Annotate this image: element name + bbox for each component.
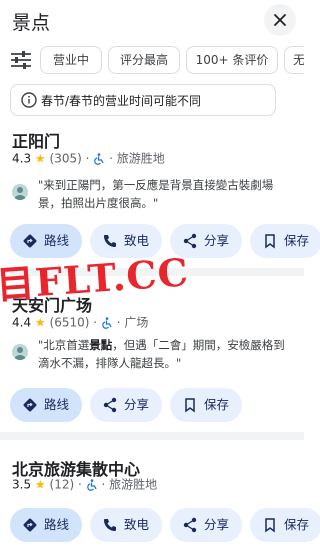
share-button[interactable]: 分享	[170, 508, 242, 542]
review-count: (12)	[49, 477, 75, 492]
filter-reviews-chip[interactable]: 100+ 条评价	[186, 46, 278, 74]
place-category: 广场	[124, 315, 149, 330]
call-label: 致电	[124, 517, 150, 532]
share-label: 分享	[204, 233, 230, 248]
action-row: 路线 致电 分享 保存	[0, 508, 320, 542]
place-meta: 4.4 ★ (6510) · · 广场	[12, 314, 148, 330]
wheelchair-icon	[102, 316, 112, 329]
share-button[interactable]: 分享	[90, 388, 162, 422]
share-icon	[103, 397, 117, 413]
directions-button[interactable]: 路线	[10, 508, 82, 542]
hours-notice: 春节/春节的营业时间可能不同	[10, 84, 276, 116]
rating-value: 4.4	[12, 315, 32, 330]
review-text: "来到正陽門，第一反應是背景直接變古裝劇場景，拍照出片度很高。"	[38, 178, 274, 210]
page-title: 景点	[12, 12, 51, 34]
place-card[interactable]: 正阳门 4.3 ★ (305) · · 旅游胜地 "来到正陽門，第一反應是背景直…	[0, 122, 320, 264]
separator-dot: ·	[109, 151, 117, 166]
card-divider	[0, 432, 304, 440]
separator-dot: ·	[77, 477, 86, 492]
filter-sliders-icon[interactable]	[10, 50, 32, 70]
close-button[interactable]	[264, 4, 296, 36]
share-label: 分享	[204, 517, 230, 532]
place-meta: 4.3 ★ (305) · · 旅游胜地	[12, 150, 165, 166]
review-count: (305)	[49, 151, 82, 166]
action-row: 路线 分享 保存	[0, 388, 304, 422]
place-category: 旅游胜地	[109, 477, 158, 492]
save-label: 保存	[284, 517, 310, 532]
wheelchair-icon	[94, 152, 104, 165]
notice-text: 春节/春节的营业时间可能不同	[41, 94, 202, 108]
bookmark-icon	[265, 518, 275, 533]
reviewer-avatar	[12, 184, 28, 200]
save-label: 保存	[204, 397, 230, 412]
place-name[interactable]: 正阳门	[12, 128, 60, 152]
star-icon: ★	[34, 151, 46, 166]
filter-more-chip[interactable]: 无	[284, 46, 304, 74]
filter-bar: 营业中 评分最高 100+ 条评价 无	[0, 44, 304, 76]
wheelchair-icon	[86, 478, 97, 491]
review-snippet: "来到正陽門，第一反應是背景直接變古裝劇場景，拍照出片度很高。"	[12, 176, 298, 216]
save-button[interactable]: 保存	[250, 224, 320, 258]
share-icon	[183, 517, 197, 533]
rating-value: 3.5	[12, 477, 32, 492]
directions-label: 路线	[44, 517, 70, 532]
search-header: 景点	[0, 0, 304, 40]
review-count: (6510)	[49, 315, 90, 330]
bookmark-icon	[265, 234, 275, 249]
person-icon	[14, 187, 26, 200]
review-highlight: 景點	[89, 338, 113, 352]
info-icon	[21, 92, 37, 108]
save-button[interactable]: 保存	[250, 508, 320, 542]
star-icon: ★	[34, 315, 46, 330]
directions-label: 路线	[44, 397, 70, 412]
directions-icon	[23, 234, 37, 248]
bookmark-icon	[185, 398, 195, 413]
close-icon	[274, 14, 286, 26]
separator-dot: ·	[93, 315, 101, 330]
place-meta: 3.5 ★ (12) · · 旅游胜地	[12, 476, 157, 492]
call-button[interactable]: 致电	[90, 508, 162, 542]
reviewer-avatar	[12, 344, 28, 360]
star-icon: ★	[34, 477, 46, 492]
person-icon	[14, 347, 26, 360]
place-category: 旅游胜地	[116, 151, 165, 166]
save-button[interactable]: 保存	[170, 388, 242, 422]
phone-icon	[104, 519, 116, 531]
share-label: 分享	[124, 397, 150, 412]
place-card[interactable]: 北京旅游集散中心 3.5 ★ (12) · · 旅游胜地 路线 致电 分享 保存	[0, 448, 320, 560]
filter-top-rated-chip[interactable]: 评分最高	[108, 46, 180, 74]
directions-icon	[23, 398, 37, 412]
directions-button[interactable]: 路线	[10, 388, 82, 422]
rating-value: 4.3	[12, 151, 32, 166]
filter-open-now-chip[interactable]: 营业中	[40, 46, 102, 74]
separator-dot: ·	[101, 477, 110, 492]
review-snippet: "北京首選景點，但遇「二會」期間，安檢嚴格到滴水不漏，排隊人龍超長。"	[12, 336, 298, 376]
review-text: "北京首選景點，但遇「二會」期間，安檢嚴格到滴水不漏，排隊人龍超長。"	[38, 338, 285, 370]
separator-dot: ·	[85, 151, 94, 166]
directions-icon	[23, 518, 37, 532]
save-label: 保存	[284, 233, 310, 248]
